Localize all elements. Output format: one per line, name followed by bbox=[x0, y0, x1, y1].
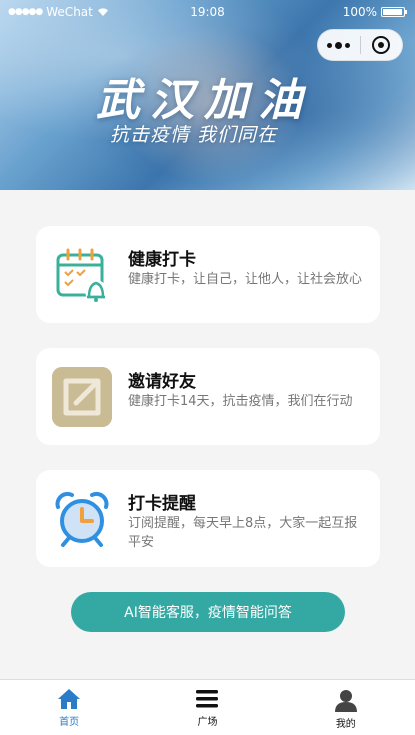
card-invite-friends[interactable]: 邀请好友 健康打卡14天，抗击疫情，我们在行动 bbox=[36, 348, 380, 445]
alarm-clock-icon bbox=[52, 489, 112, 549]
card-title: 健康打卡 bbox=[128, 250, 196, 270]
tab-label: 广场 bbox=[197, 717, 218, 728]
tab-home[interactable]: 首页 bbox=[0, 680, 138, 735]
home-icon bbox=[58, 689, 81, 709]
card-description: 健康打卡14天，抗击疫情，我们在行动 bbox=[128, 394, 353, 409]
tab-label: 我的 bbox=[335, 719, 356, 730]
hero-subtitle: 抗击疫情 我们同在 bbox=[110, 124, 278, 146]
tab-square[interactable]: 广场 bbox=[138, 680, 276, 735]
tab-label: 首页 bbox=[59, 717, 80, 728]
share-arrow-icon bbox=[52, 367, 112, 427]
calendar-bell-icon bbox=[52, 245, 112, 305]
more-options-button[interactable] bbox=[318, 29, 360, 61]
card-health-checkin[interactable]: 健康打卡 健康打卡，让自己，让他人，让社会放心 bbox=[36, 226, 380, 323]
close-miniprogram-button[interactable] bbox=[360, 29, 402, 61]
card-checkin-reminder[interactable]: 打卡提醒 订阅提醒，每天早上8点，大家一起互报平安 bbox=[36, 470, 380, 567]
battery-icon bbox=[381, 7, 407, 17]
card-title: 打卡提醒 bbox=[128, 494, 196, 514]
card-title: 邀请好友 bbox=[128, 372, 196, 392]
miniprogram-capsule bbox=[317, 29, 403, 61]
card-description: 健康打卡，让自己，让他人，让社会放心 bbox=[128, 272, 363, 287]
battery-percent: 100% bbox=[342, 5, 377, 19]
card-description: 订阅提醒，每天早上8点，大家一起互报平安 bbox=[128, 516, 358, 550]
menu-icon bbox=[196, 690, 219, 708]
hero-title: 武汉加油 bbox=[96, 75, 312, 126]
tab-mine[interactable]: 我的 bbox=[277, 680, 415, 735]
tab-bar: 首页 广场 我的 bbox=[0, 679, 415, 735]
status-bar: ●●●●● WeChat 19:08 100% bbox=[0, 0, 415, 24]
user-icon bbox=[334, 690, 357, 712]
target-icon bbox=[372, 36, 391, 54]
ai-customer-service-button[interactable]: AI智能客服，疫情智能问答 bbox=[71, 592, 345, 632]
hero-banner: ●●●●● WeChat 19:08 100% 武汉加油 抗击疫情 我们同在 bbox=[0, 0, 415, 190]
